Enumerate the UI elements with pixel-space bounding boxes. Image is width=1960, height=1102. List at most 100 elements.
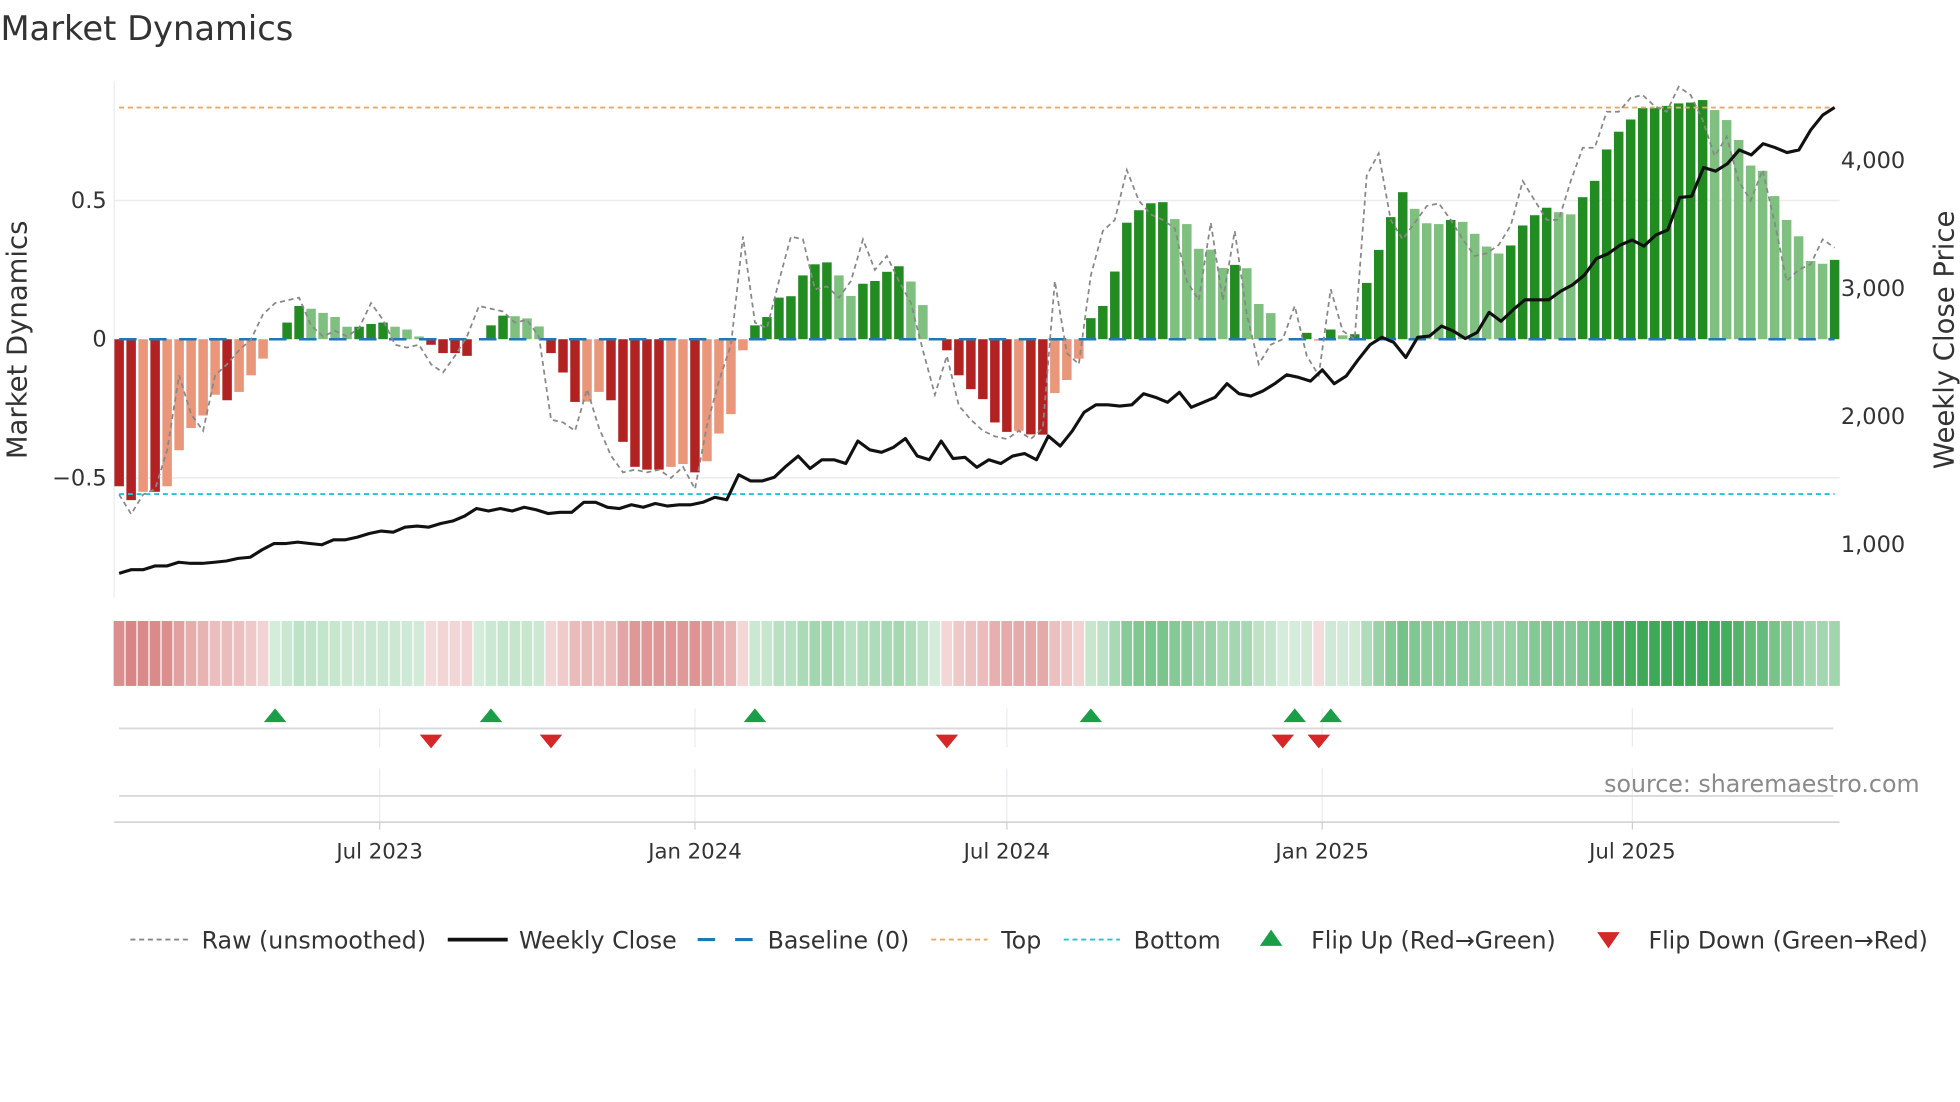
bars: [114, 100, 1840, 501]
bar: [798, 275, 808, 340]
bar: [342, 326, 352, 340]
strip-cell: [1529, 620, 1540, 686]
strip-cell: [953, 620, 965, 686]
strip-cell: [869, 620, 881, 686]
bar: [1002, 339, 1012, 432]
strip-cell: [545, 620, 557, 686]
strip-cell: [1097, 620, 1109, 686]
strip-cell: [965, 620, 977, 686]
bar: [114, 339, 124, 487]
legend-flip-up-icon: [1259, 929, 1283, 946]
strip-cell: [341, 620, 353, 686]
y2-axis-label: Weekly Close Price: [1928, 211, 1960, 469]
strip-cell: [1253, 620, 1265, 686]
bar: [894, 266, 904, 340]
strip-cell: [281, 620, 293, 686]
bar: [1421, 223, 1432, 340]
grid: [113, 81, 1840, 823]
strip-cell: [1385, 620, 1396, 686]
strip-cell: [593, 620, 605, 686]
bar: [942, 339, 952, 351]
strip-cell: [329, 620, 341, 686]
strip-cell: [1277, 620, 1289, 686]
bar: [630, 339, 640, 467]
bar: [282, 322, 292, 340]
strip-cell: [977, 620, 989, 686]
strip-cell: [773, 620, 785, 686]
strip-cell: [1589, 620, 1600, 686]
strip-cell: [1169, 620, 1181, 686]
strip-cell: [485, 620, 497, 686]
strip-cell: [1001, 620, 1013, 686]
bar: [594, 339, 604, 392]
bar: [198, 339, 208, 416]
strip-cell: [437, 620, 449, 686]
strip-cell: [1037, 620, 1049, 686]
strip-cell: [1481, 620, 1492, 686]
strip-cell: [1805, 620, 1816, 686]
bar: [834, 275, 844, 340]
flip-up-marker: [1319, 708, 1343, 723]
legend-label: Baseline (0): [768, 926, 910, 954]
strip-cell: [569, 620, 581, 686]
bar: [1637, 108, 1648, 340]
strip-cell: [1157, 620, 1169, 686]
bar: [402, 329, 412, 340]
bar: [1517, 225, 1528, 340]
bar: [1110, 271, 1120, 340]
bar: [1386, 217, 1396, 340]
strip-cell: [1709, 620, 1720, 686]
bar: [1817, 263, 1828, 340]
strip-cell: [629, 620, 641, 686]
strip-cell: [1661, 620, 1672, 686]
bar: [126, 339, 136, 501]
strip-cell: [497, 620, 509, 686]
bar: [666, 339, 676, 467]
strip-cell: [713, 620, 725, 686]
strip-cell: [641, 620, 653, 686]
x-tick-label: Jul 2024: [962, 839, 1050, 864]
strip-cell: [1373, 620, 1385, 686]
bar: [1134, 210, 1144, 340]
flip-down-marker: [1271, 734, 1295, 749]
legend-label: Flip Up (Red→Green): [1311, 926, 1556, 954]
legend-label: Bottom: [1134, 926, 1221, 954]
bar: [1673, 103, 1684, 340]
bar: [138, 339, 148, 492]
strip-cell: [449, 620, 461, 686]
flip-up-marker: [1079, 708, 1103, 723]
bar: [1601, 149, 1612, 340]
strip-cell: [821, 620, 833, 686]
bar: [1098, 305, 1108, 340]
strip-cell: [1193, 620, 1205, 686]
strip-cell: [233, 620, 245, 686]
strip-cell: [317, 620, 329, 686]
strip-cell: [1565, 620, 1576, 686]
strip-cell: [413, 620, 425, 686]
strip-cell: [401, 620, 413, 686]
strip-cell: [1241, 620, 1253, 686]
strip-cell: [1577, 620, 1588, 686]
strip-cell: [1217, 620, 1229, 686]
legend-label: Raw (unsmoothed): [202, 926, 426, 954]
strip-cell: [1349, 620, 1361, 686]
bar: [1781, 219, 1792, 340]
strip-cell: [1817, 620, 1828, 686]
bar: [882, 271, 892, 340]
strip-cell: [197, 620, 209, 686]
strip-cell: [1073, 620, 1085, 686]
strip-cell: [1745, 620, 1756, 686]
strip-cell: [509, 620, 521, 686]
strip-cell: [737, 620, 749, 686]
y2-tick-label: 3,000: [1841, 276, 1905, 302]
bar: [570, 339, 580, 402]
strip-cell: [1085, 620, 1097, 686]
strip-cell: [173, 620, 185, 686]
strip-cell: [1793, 620, 1804, 686]
bar: [486, 325, 496, 340]
bar: [1505, 245, 1516, 340]
strip-cell: [1433, 620, 1444, 686]
strip-cell: [1637, 620, 1648, 686]
bar: [1122, 222, 1132, 340]
y-tick-label: 0.5: [71, 188, 107, 214]
